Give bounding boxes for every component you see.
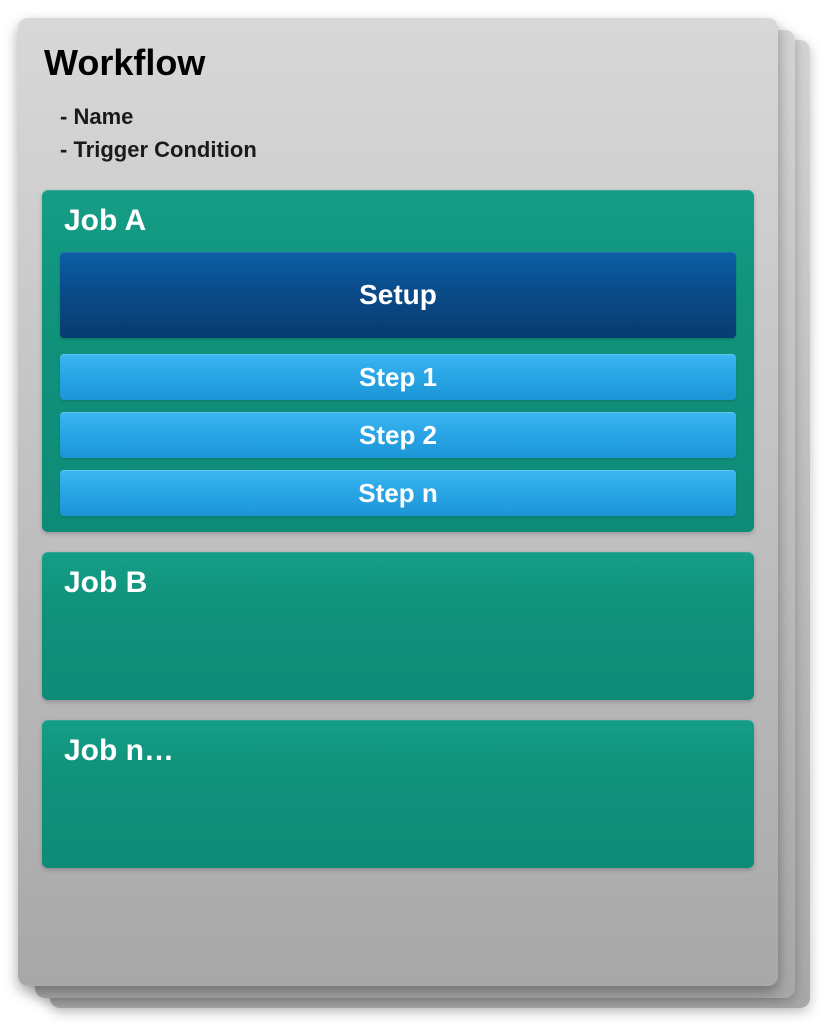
setup-bar: Setup bbox=[60, 252, 736, 338]
step-bar: Step 1 bbox=[60, 354, 736, 400]
workflow-attributes-list: Name Trigger Condition bbox=[42, 100, 754, 166]
workflow-card: Workflow Name Trigger Condition Job A Se… bbox=[18, 18, 778, 986]
job-box-a: Job A Setup Step 1 Step 2 Step n bbox=[42, 190, 754, 532]
job-box-n: Job n… bbox=[42, 720, 754, 868]
job-title: Job B bbox=[60, 566, 736, 600]
job-box-b: Job B bbox=[42, 552, 754, 700]
step-bar: Step n bbox=[60, 470, 736, 516]
workflow-attribute-item: Name bbox=[60, 100, 754, 133]
step-bar: Step 2 bbox=[60, 412, 736, 458]
workflow-attribute-item: Trigger Condition bbox=[60, 133, 754, 166]
job-title: Job n… bbox=[60, 734, 736, 768]
job-title: Job A bbox=[60, 204, 736, 238]
workflow-title: Workflow bbox=[42, 42, 754, 84]
